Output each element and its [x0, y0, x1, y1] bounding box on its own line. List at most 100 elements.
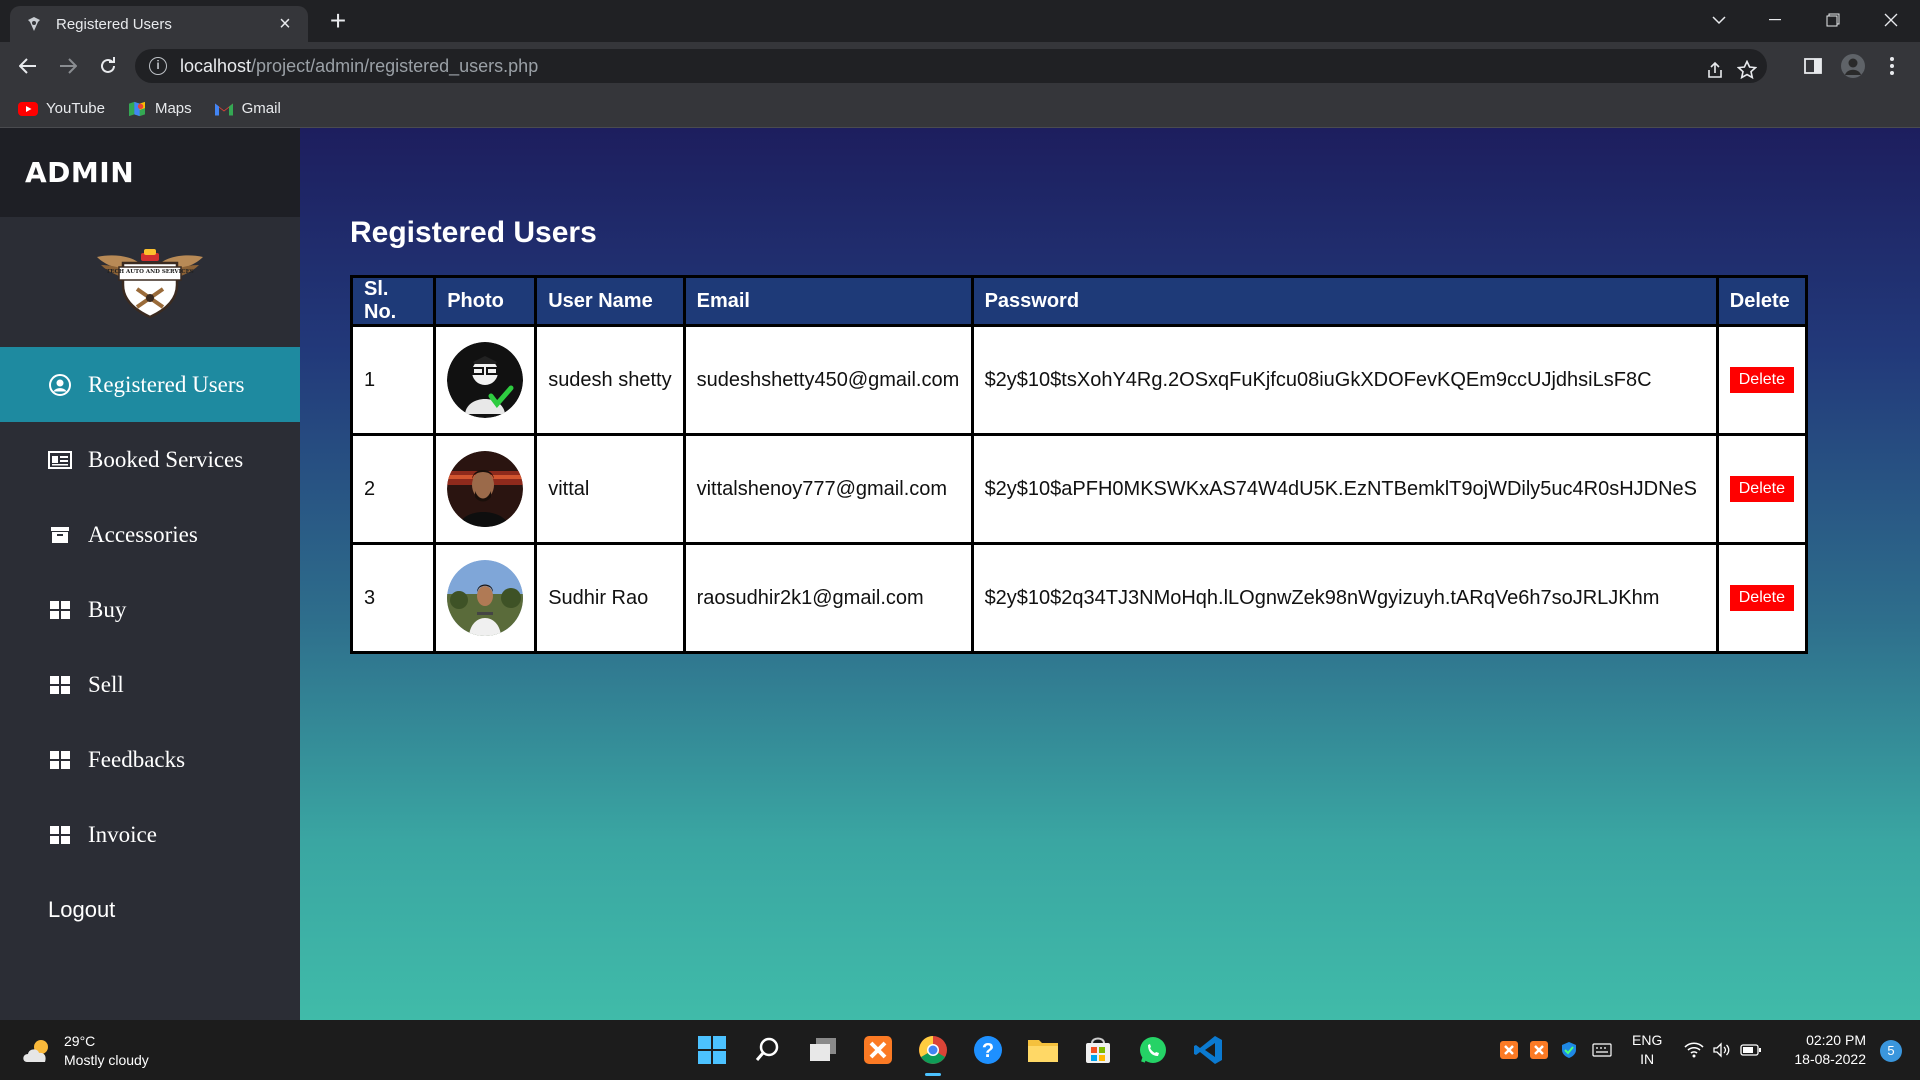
windows-start-icon[interactable]: [694, 1032, 730, 1068]
bookmark-label: YouTube: [46, 100, 105, 117]
keyboard-icon[interactable]: [1592, 1043, 1612, 1057]
tab-close-icon[interactable]: ×: [274, 13, 296, 36]
system-tray: ENG IN: [1500, 1020, 1762, 1080]
side-panel-icon[interactable]: [1797, 50, 1829, 82]
sidebar-item-label: Accessories: [88, 521, 198, 547]
site-favicon-icon: [24, 14, 44, 34]
language-indicator[interactable]: ENG IN: [1632, 1031, 1662, 1069]
user-avatar: [447, 560, 524, 636]
tech-auto-logo-icon[interactable]: TECH AUTO AND SERVICES: [91, 243, 209, 321]
bookmark-gmail[interactable]: Gmail: [214, 100, 281, 117]
delete-user-button[interactable]: Delete: [1729, 476, 1794, 502]
grid-icon: [48, 599, 72, 621]
minimize-icon[interactable]: [1750, 0, 1800, 40]
cell-photo: [433, 433, 538, 545]
svg-text:TECH AUTO AND SERVICES: TECH AUTO AND SERVICES: [106, 269, 194, 275]
volume-icon[interactable]: [1712, 1042, 1732, 1058]
profile-avatar[interactable]: [1837, 50, 1869, 82]
sidebar-item-label: Sell: [88, 671, 124, 697]
xampp-tray-icon[interactable]: [1500, 1041, 1518, 1059]
bookmark-star-icon[interactable]: [1733, 56, 1761, 84]
site-info-icon[interactable]: i: [149, 57, 167, 75]
restore-icon[interactable]: [1808, 0, 1858, 40]
partly-cloudy-icon: [23, 1040, 48, 1062]
sidebar-item-sell[interactable]: Sell: [0, 647, 300, 722]
table-row: 2 vittal vittalshenoy777@gmail.com $2y$1…: [349, 433, 1809, 545]
user-avatar: [447, 342, 524, 418]
column-header-user-name: User Name: [534, 275, 686, 327]
tab-search-chevron-icon[interactable]: [1694, 0, 1744, 40]
id-card-icon: [48, 449, 72, 471]
sidebar-item-buy[interactable]: Buy: [0, 572, 300, 647]
cell-password: $2y$10$tsXohY4Rg.2OSxqFuKjfcu08iuGkXDOFe…: [970, 324, 1719, 436]
column-header-photo: Photo: [433, 275, 538, 327]
sidebar: ADMIN TECH AUTO AND SERVICES Registered …: [0, 128, 300, 1020]
whatsapp-icon[interactable]: [1135, 1032, 1171, 1068]
chrome-menu-icon[interactable]: [1876, 50, 1908, 82]
task-view-icon[interactable]: [805, 1032, 841, 1068]
notification-badge[interactable]: 5: [1880, 1040, 1902, 1062]
logout-link[interactable]: Logout: [0, 872, 300, 947]
main-content: Registered Users Sl. No. Photo User Name…: [300, 128, 1920, 1020]
battery-icon[interactable]: [1740, 1043, 1762, 1057]
system-clock[interactable]: 02:20 PM 18-08-2022: [1794, 1031, 1866, 1069]
clock-date: 18-08-2022: [1794, 1051, 1866, 1067]
browser-tab[interactable]: Registered Users ×: [10, 6, 308, 42]
bookmark-youtube[interactable]: YouTube: [18, 100, 105, 117]
column-header-email: Email: [682, 275, 974, 327]
url-host: localhost: [180, 55, 252, 76]
logo-area: TECH AUTO AND SERVICES: [0, 217, 300, 347]
new-tab-icon[interactable]: +: [324, 6, 352, 36]
bookmarks-bar: YouTube Maps Gmail: [0, 90, 1920, 128]
forward-arrow-icon[interactable]: [52, 50, 84, 82]
sidebar-item-accessories[interactable]: Accessories: [0, 497, 300, 572]
share-icon[interactable]: [1701, 56, 1729, 84]
language-code: ENG: [1632, 1032, 1663, 1048]
delete-user-button[interactable]: Delete: [1729, 367, 1794, 393]
bookmark-maps[interactable]: Maps: [127, 100, 192, 117]
table-row: 1 sudesh shetty sudeshshetty450@gmail.co…: [349, 324, 1809, 436]
sidebar-item-feedbacks[interactable]: Feedbacks: [0, 722, 300, 797]
tab-title: Registered Users: [56, 15, 172, 33]
cell-delete: Delete: [1715, 542, 1809, 654]
cell-password: $2y$10$aPFH0MKSWKxAS74W4dU5K.EzNTBemklT9…: [970, 433, 1719, 545]
box-icon: [48, 524, 72, 546]
delete-user-button[interactable]: Delete: [1729, 585, 1794, 611]
clock-time: 02:20 PM: [1806, 1032, 1866, 1048]
cell-delete: Delete: [1715, 324, 1809, 436]
cell-password: $2y$10$2q34TJ3NMoHqh.lLOgnwZek98nWgyizuy…: [970, 542, 1719, 654]
sidebar-title: ADMIN: [0, 128, 300, 217]
help-icon[interactable]: ?: [970, 1032, 1006, 1068]
address-bar[interactable]: i localhost/project/admin/registered_use…: [135, 49, 1767, 83]
file-explorer-icon[interactable]: [1025, 1032, 1061, 1068]
security-shield-icon[interactable]: [1560, 1041, 1578, 1059]
sidebar-item-label: Booked Services: [88, 446, 244, 472]
sidebar-item-registered-users[interactable]: Registered Users: [0, 347, 300, 422]
reload-icon[interactable]: [92, 50, 124, 82]
xampp-icon[interactable]: [860, 1032, 896, 1068]
cell-email: raosudhir2k1@gmail.com: [682, 542, 974, 654]
user-circle-icon: [48, 373, 72, 396]
sidebar-item-invoice[interactable]: Invoice: [0, 797, 300, 872]
cell-user-name: Sudhir Rao: [534, 542, 686, 654]
maps-icon: [128, 101, 145, 116]
browser-tabstrip: Registered Users × +: [0, 0, 1920, 42]
cell-sl-no: 2: [349, 433, 437, 545]
page-title: Registered Users: [350, 216, 597, 249]
admin-page: ADMIN TECH AUTO AND SERVICES Registered …: [0, 128, 1920, 1020]
wifi-icon[interactable]: [1684, 1042, 1704, 1058]
xampp-tray-icon[interactable]: [1530, 1041, 1548, 1059]
bookmark-label: Maps: [154, 100, 192, 117]
sidebar-item-booked-services[interactable]: Booked Services: [0, 422, 300, 497]
vscode-icon[interactable]: [1190, 1032, 1226, 1068]
back-arrow-icon[interactable]: [12, 50, 44, 82]
chrome-taskbar-icon[interactable]: [915, 1032, 951, 1076]
table-header-row: Sl. No. Photo User Name Email Password D…: [349, 275, 1809, 327]
close-window-icon[interactable]: [1866, 0, 1916, 40]
weather-condition: Mostly cloudy: [64, 1052, 149, 1068]
microsoft-store-icon[interactable]: [1080, 1032, 1116, 1068]
weather-widget[interactable]: 29°C Mostly cloudy: [22, 1032, 149, 1070]
search-icon[interactable]: [750, 1032, 786, 1068]
svg-text:?: ?: [982, 1040, 994, 1062]
cell-email: vittalshenoy777@gmail.com: [682, 433, 974, 545]
